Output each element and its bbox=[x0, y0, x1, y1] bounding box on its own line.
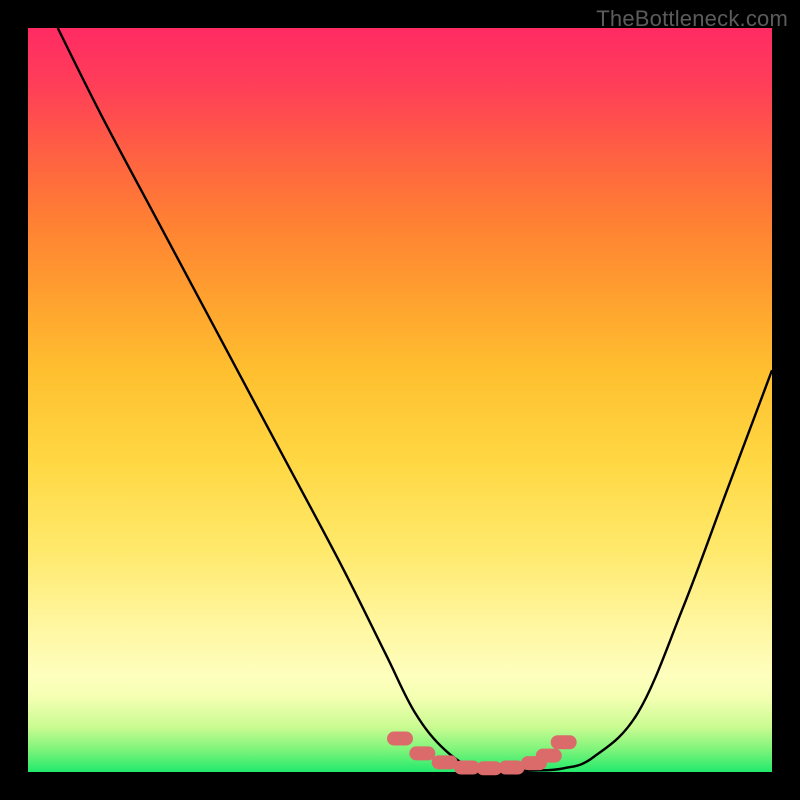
watermark-text: TheBottleneck.com bbox=[596, 6, 788, 32]
optimal-range-marker bbox=[394, 739, 570, 769]
chart-plot-area bbox=[28, 28, 772, 772]
chart-svg bbox=[28, 28, 772, 772]
bottleneck-curve bbox=[58, 28, 772, 771]
chart-frame: TheBottleneck.com bbox=[0, 0, 800, 800]
optimal-range-dots bbox=[394, 739, 570, 769]
